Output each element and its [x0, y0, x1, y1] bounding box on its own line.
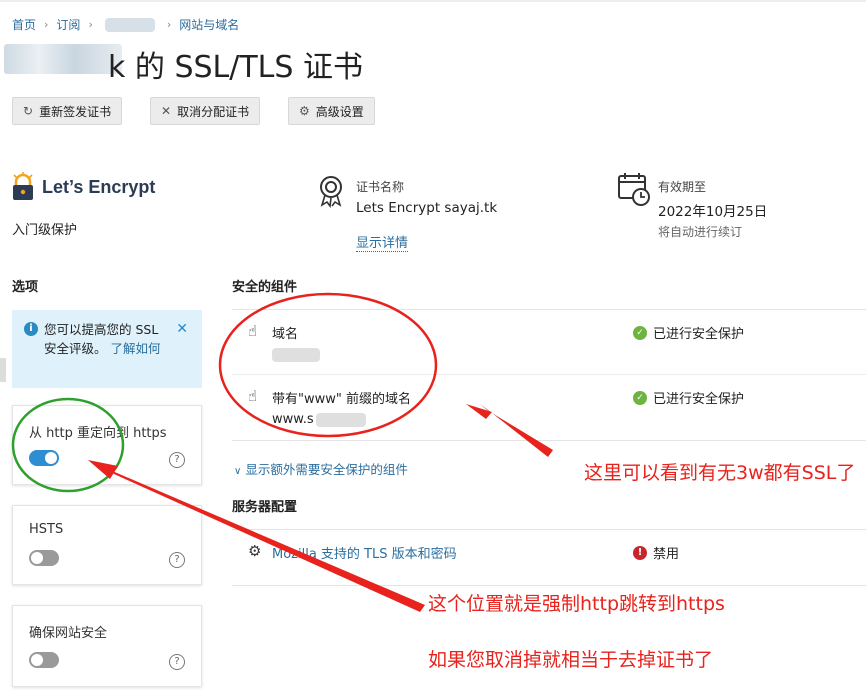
- annotation-note-www: 这里可以看到有无3w都有SSL了: [584, 462, 856, 484]
- annotation-arrow-redirect: [104, 466, 425, 612]
- annotation-note-cancel: 如果您取消掉就相当于去掉证书了: [428, 649, 714, 671]
- annotation-arrowhead-redirect: [88, 460, 118, 479]
- annotation-green-ellipse: [11, 397, 125, 493]
- annotation-arrowhead-www: [466, 404, 492, 419]
- annotation-note-redirect: 这个位置就是强制http跳转到https: [428, 593, 725, 615]
- annotation-red-ellipse: [218, 292, 438, 438]
